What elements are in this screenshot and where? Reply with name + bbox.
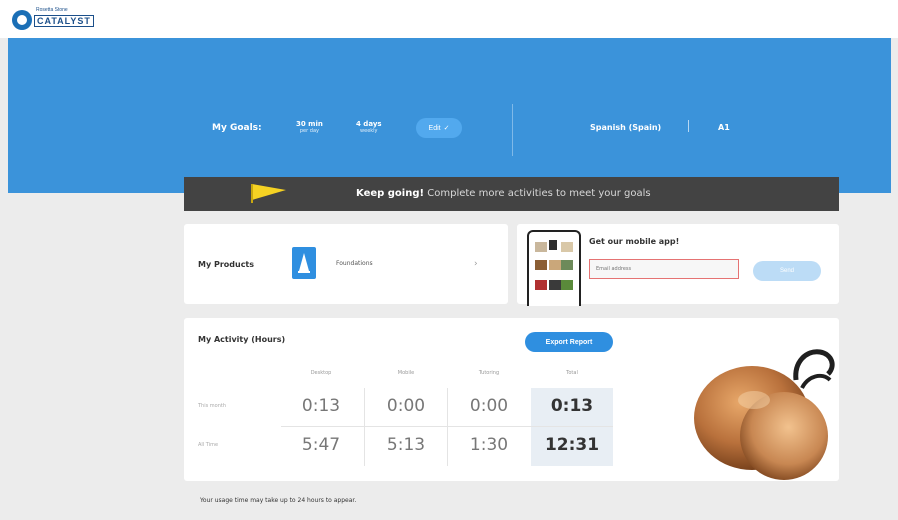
- row-label-all-time: All Time: [198, 442, 219, 448]
- edit-goals-button[interactable]: Edit ✓: [416, 118, 462, 138]
- column-header-tutoring: Tutoring: [478, 370, 500, 376]
- product-name[interactable]: Foundations: [336, 260, 373, 267]
- logo-mark: [12, 10, 32, 30]
- sail-icon: [298, 253, 310, 273]
- column-header-mobile: Mobile: [397, 370, 415, 376]
- motivation-banner: Keep going! Complete more activities to …: [184, 177, 839, 211]
- my-products-card: My Products Foundations ›: [184, 224, 508, 304]
- usage-footnote: Your usage time may take up to 24 hours …: [200, 497, 357, 504]
- goal-minutes: 30 min per day: [296, 120, 323, 134]
- this-month-desktop: 0:13: [301, 396, 341, 416]
- all-time-tutoring: 1:30: [469, 435, 509, 455]
- banner-message: Keep going! Complete more activities to …: [356, 188, 651, 199]
- row-label-this-month: This month: [198, 403, 227, 409]
- column-header-desktop: Desktop: [310, 370, 332, 376]
- phone-thumb-7: [535, 280, 547, 290]
- phone-thumb-2: [549, 240, 557, 250]
- column-divider: [447, 388, 448, 466]
- phone-thumb-1: [535, 242, 547, 252]
- phone-thumb-4: [535, 260, 547, 270]
- language-selector[interactable]: Spanish (Spain): [590, 123, 661, 132]
- castanets-image: [694, 349, 835, 480]
- checkmark-icon: ✓: [443, 125, 450, 132]
- logo-brand-top: Rosetta Stone: [36, 7, 68, 13]
- catalyst-logo[interactable]: Rosetta Stone CATALYST: [12, 6, 94, 32]
- mobile-app-title: Get our mobile app!: [589, 237, 680, 246]
- foundations-book-icon[interactable]: [292, 247, 316, 279]
- this-month-total: 0:13: [550, 396, 594, 416]
- top-bar: Rosetta Stone CATALYST: [0, 0, 898, 38]
- goal-days-value: 4 days: [356, 120, 382, 128]
- level-badge: A1: [718, 123, 730, 132]
- column-divider: [364, 388, 365, 466]
- send-button[interactable]: Send: [753, 261, 821, 281]
- export-report-button[interactable]: Export Report: [525, 332, 613, 352]
- language-separator: [688, 120, 689, 132]
- goal-days: 4 days weekly: [356, 120, 382, 134]
- all-time-mobile: 5:13: [386, 435, 426, 455]
- goal-minutes-value: 30 min: [296, 120, 323, 128]
- email-input[interactable]: [589, 259, 739, 279]
- phone-thumb-6: [561, 260, 573, 270]
- edit-goals-label: Edit: [428, 124, 441, 132]
- banner-bold-text: Keep going!: [356, 188, 425, 199]
- goals-label: My Goals:: [212, 123, 262, 133]
- hero-divider: [512, 104, 513, 156]
- activity-title: My Activity (Hours): [198, 335, 286, 344]
- my-activity-card: My Activity (Hours) Export Report Deskto…: [184, 318, 839, 481]
- goal-minutes-sub: per day: [299, 128, 319, 134]
- chevron-right-icon[interactable]: ›: [474, 259, 478, 269]
- all-time-total: 12:31: [544, 435, 600, 455]
- phone-thumb-5: [549, 260, 561, 270]
- this-month-mobile: 0:00: [386, 396, 426, 416]
- phone-image: [527, 230, 581, 306]
- goals-hero: [8, 38, 891, 193]
- goal-days-sub: weekly: [360, 128, 378, 134]
- all-time-desktop: 5:47: [301, 435, 341, 455]
- phone-thumb-3: [561, 242, 573, 252]
- column-header-total: Total: [566, 370, 578, 376]
- mobile-app-card: Get our mobile app! Send: [517, 224, 839, 306]
- phone-thumb-9: [561, 280, 573, 290]
- products-title: My Products: [198, 260, 255, 269]
- this-month-tutoring: 0:00: [469, 396, 509, 416]
- pennant-icon: [251, 184, 286, 203]
- banner-rest-text: Complete more activities to meet your go…: [427, 188, 651, 199]
- logo-brand-name: CATALYST: [34, 15, 94, 27]
- phone-thumb-8: [549, 280, 561, 290]
